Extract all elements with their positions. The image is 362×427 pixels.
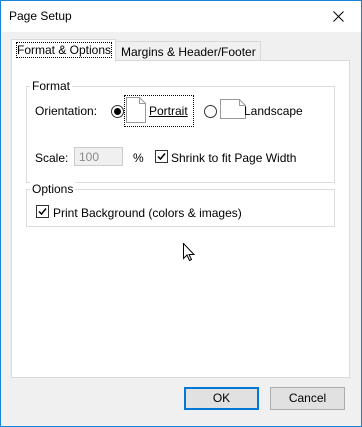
radio-selected-dot bbox=[114, 108, 121, 115]
tab-margins-label: Margins & Header/Footer bbox=[121, 45, 256, 59]
shrink-to-fit-checkbox[interactable] bbox=[155, 150, 168, 163]
scale-input[interactable]: 100 bbox=[74, 147, 123, 166]
checkmark-icon bbox=[38, 208, 47, 216]
checkmark-icon bbox=[157, 153, 166, 161]
options-group-title: Options bbox=[30, 182, 76, 196]
shrink-to-fit-label[interactable]: Shrink to fit Page Width bbox=[171, 151, 296, 165]
mouse-pointer-icon bbox=[183, 243, 195, 262]
window-title: Page Setup bbox=[9, 9, 72, 23]
title-bar[interactable]: Page Setup bbox=[1, 1, 361, 32]
landscape-page-icon bbox=[220, 99, 246, 119]
format-group-title: Format bbox=[30, 79, 73, 93]
page-setup-dialog: Page Setup Format & Options Margins & He… bbox=[0, 0, 362, 427]
percent-label: % bbox=[133, 151, 144, 165]
scale-label: Scale: bbox=[35, 151, 69, 165]
close-button[interactable] bbox=[315, 1, 361, 32]
close-icon bbox=[333, 11, 344, 22]
tab-format-options-label: Format & Options bbox=[15, 42, 113, 58]
landscape-radio[interactable] bbox=[204, 105, 217, 118]
portrait-option[interactable]: Portrait bbox=[124, 95, 194, 127]
print-background-label[interactable]: Print Background (colors & images) bbox=[53, 206, 242, 220]
tab-margins-header-footer[interactable]: Margins & Header/Footer bbox=[116, 41, 261, 62]
tab-format-options[interactable]: Format & Options bbox=[11, 39, 116, 62]
cancel-button[interactable]: Cancel bbox=[270, 387, 345, 410]
orientation-label: Orientation: bbox=[35, 104, 98, 118]
portrait-page-icon bbox=[126, 97, 146, 123]
portrait-label: Portrait bbox=[149, 104, 188, 118]
portrait-radio[interactable] bbox=[111, 105, 124, 118]
format-options-panel: Format Orientation: Portrait Landscape S… bbox=[11, 60, 350, 378]
print-background-checkbox[interactable] bbox=[36, 205, 49, 218]
landscape-label[interactable]: Landscape bbox=[244, 104, 303, 118]
ok-button[interactable]: OK bbox=[184, 387, 259, 410]
